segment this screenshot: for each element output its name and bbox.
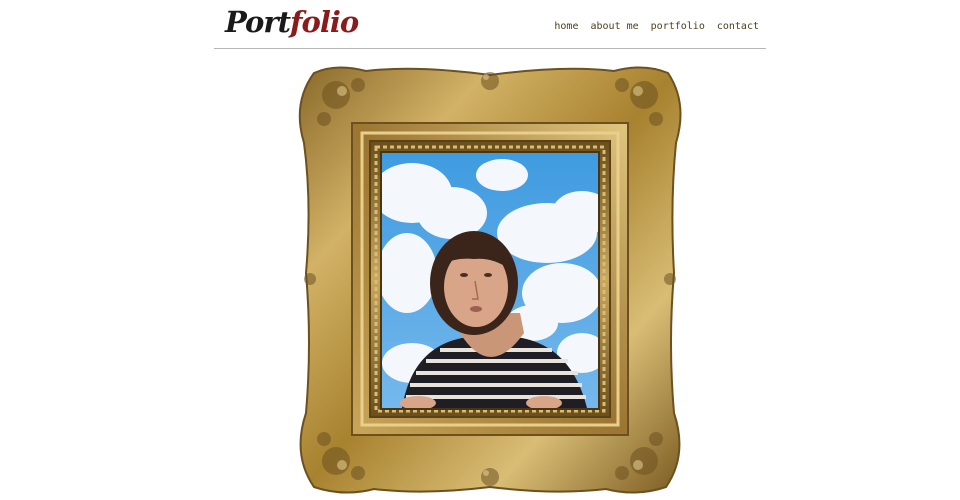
site-header: Portfolio home about me portfolio contac… [214,0,766,49]
nav-portfolio-link[interactable]: portfolio [651,21,705,32]
nav-home-link[interactable]: home [554,21,578,32]
page: Portfolio home about me portfolio contac… [0,0,960,500]
portrait-photo [382,153,598,408]
nav-about-link[interactable]: about me [590,21,638,32]
nav-contact-link[interactable]: contact [717,21,759,32]
logo-text-accent: folio [290,5,359,39]
main-nav: home about me portfolio contact [554,21,759,32]
logo[interactable]: Portfolio [225,2,359,42]
logo-text-dark: Port [225,5,291,39]
hero-framed-portrait [296,63,684,495]
